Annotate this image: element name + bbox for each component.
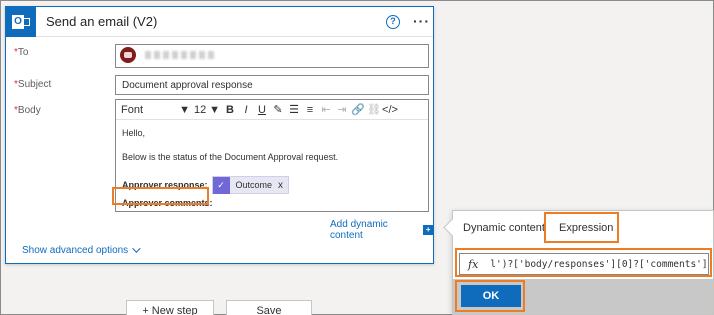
help-icon[interactable]: ?	[386, 15, 400, 29]
approvals-icon: ✓	[212, 176, 230, 194]
font-size-label: 12	[194, 103, 207, 116]
more-options-icon[interactable]: ···	[413, 13, 430, 29]
save-button[interactable]: Save	[226, 300, 312, 315]
panel-tabs: Dynamic content Expression	[453, 211, 713, 243]
approver-comments-row: Approver comments:	[122, 194, 422, 212]
status-line-text: Below is the status of the Document Appr…	[122, 152, 339, 162]
token-label: Outcome	[235, 180, 273, 190]
approver-response-label: Approver response:	[122, 180, 208, 190]
unlink-icon[interactable]: ⛓	[366, 103, 382, 116]
action-title[interactable]: Send an email (V2)	[46, 14, 157, 29]
subject-label-text: Subject	[17, 79, 52, 90]
font-dropdown-label: Font	[121, 103, 144, 116]
chevron-down-icon: ▼	[179, 103, 190, 116]
add-dynamic-content-link[interactable]: Add dynamic content +	[330, 219, 433, 241]
card-header[interactable]: O Send an email (V2) ? ···	[6, 6, 433, 37]
to-label-text: To	[17, 47, 29, 58]
body-label: *Body	[14, 105, 41, 116]
greeting-text: Hello,	[122, 128, 146, 138]
ok-button-area: OK	[453, 279, 713, 314]
editor-content[interactable]: Hello, Below is the status of the Docume…	[116, 120, 428, 220]
expression-text: l')?['body/responses'][0]?['comments']	[490, 258, 708, 270]
numbered-list-icon[interactable]: ≡	[302, 104, 318, 116]
add-dynamic-content-label: Add dynamic content	[330, 219, 388, 241]
token-remove-icon[interactable]: x	[278, 180, 288, 191]
bulleted-list-icon[interactable]: ☰	[286, 103, 302, 116]
to-label: *To	[14, 47, 28, 58]
send-email-action-card: O Send an email (V2) ? ··· *To *Subject …	[5, 6, 434, 264]
decrease-indent-icon[interactable]: ⇤	[318, 103, 334, 116]
font-dropdown[interactable]: Font ▼	[116, 104, 194, 116]
tab-dynamic-content[interactable]: Dynamic content	[463, 222, 545, 234]
outcome-token[interactable]: ✓ Outcome x	[211, 176, 290, 194]
code-view-icon[interactable]: </>	[382, 104, 398, 116]
body-label-text: Body	[17, 105, 41, 116]
tab-expression[interactable]: Expression	[559, 222, 613, 234]
link-icon[interactable]: 🔗	[350, 103, 366, 116]
subject-field[interactable]: Document approval response	[115, 75, 429, 95]
italic-button[interactable]: I	[238, 104, 254, 116]
editor-toolbar: Font ▼ 12 ▼ B I U ✎ ☰ ≡ ⇤ ⇥ 🔗 ⛓ </>	[116, 100, 428, 120]
show-advanced-options-link[interactable]: Show advanced options	[22, 244, 141, 256]
underline-button[interactable]: U	[254, 104, 270, 116]
approver-response-row: Approver response: ✓ Outcome x	[122, 176, 422, 194]
expression-input[interactable]: fx l')?['body/responses'][0]?['comments'…	[459, 253, 709, 275]
highlight-pen-icon[interactable]: ✎	[270, 103, 286, 116]
fx-icon: fx	[468, 257, 479, 271]
redacted-recipient	[144, 51, 217, 59]
approver-comments-label: Approver comments:	[122, 198, 213, 208]
increase-indent-icon[interactable]: ⇥	[334, 103, 350, 116]
show-advanced-label: Show advanced options	[22, 245, 129, 256]
new-step-button[interactable]: + New step	[126, 300, 214, 315]
bold-button[interactable]: B	[222, 104, 238, 116]
chevron-down-icon	[132, 244, 141, 253]
recipient-avatar	[120, 47, 136, 63]
add-icon: +	[423, 225, 433, 235]
ok-button[interactable]: OK	[461, 285, 521, 307]
body-editor[interactable]: Font ▼ 12 ▼ B I U ✎ ☰ ≡ ⇤ ⇥ 🔗 ⛓ </> Hell…	[115, 99, 429, 212]
dynamic-content-panel: Dynamic content Expression fx l')?['body…	[452, 210, 714, 315]
to-field[interactable]	[115, 44, 429, 68]
subject-label: *Subject	[14, 79, 51, 90]
font-size-dropdown[interactable]: 12 ▼	[194, 104, 222, 116]
outlook-icon: O	[6, 6, 36, 37]
chevron-down-icon: ▼	[209, 103, 220, 116]
active-tab-indicator	[551, 241, 611, 243]
